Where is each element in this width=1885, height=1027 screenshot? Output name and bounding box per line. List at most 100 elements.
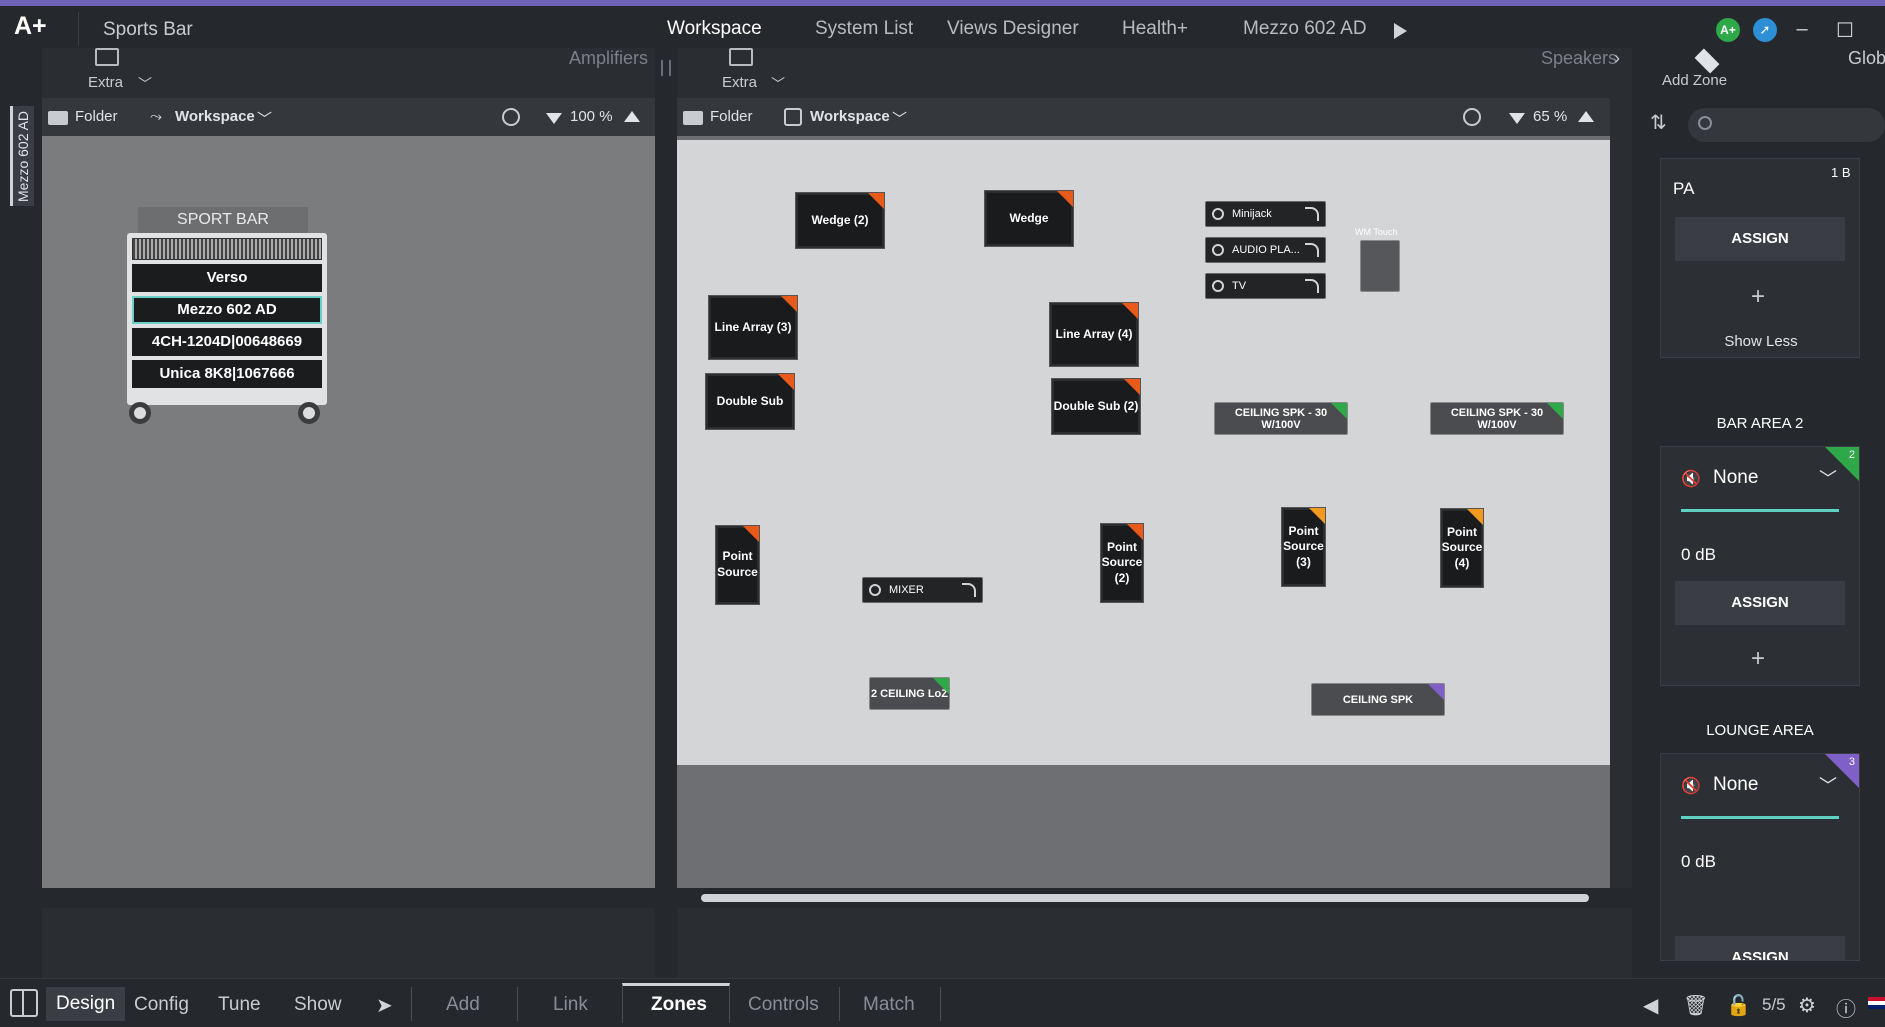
rack-unit-4ch[interactable]: 4CH-1204D|00648669	[132, 328, 322, 356]
zone-card-pa[interactable]: PA 1 B ASSIGN + Show Less	[1660, 158, 1860, 358]
chevron-down-icon[interactable]: ﹀	[771, 74, 785, 94]
wm-touch-panel[interactable]	[1360, 240, 1400, 292]
speaker-point-source-4[interactable]: Point Source (4)	[1440, 508, 1484, 588]
extra-label[interactable]: Extra	[88, 74, 123, 91]
project-title[interactable]: Sports Bar	[103, 19, 193, 41]
zoom-fit-icon[interactable]	[502, 108, 520, 126]
workspace-dropdown[interactable]: Workspace	[810, 108, 890, 125]
source-tv[interactable]: TV	[1205, 273, 1326, 299]
sort-icon[interactable]: ⇅	[1650, 110, 1667, 135]
side-tab-mezzo[interactable]: Mezzo 602 AD	[10, 106, 34, 206]
lock-icon[interactable]: 🔓	[1726, 993, 1751, 1018]
chevron-down-icon[interactable]: ﹀	[1819, 465, 1837, 491]
trash-icon[interactable]: 🗑	[1683, 993, 1708, 1018]
search-input[interactable]	[1688, 108, 1885, 142]
extra-icon[interactable]	[729, 48, 753, 66]
edit-icon[interactable]	[1305, 243, 1319, 257]
rack-unit-unica[interactable]: Unica 8K8|1067666	[132, 360, 322, 388]
assign-button[interactable]: ASSIGN	[1675, 217, 1845, 261]
tool-tab-controls[interactable]: Controls	[748, 994, 819, 1016]
rack-unit-mezzo[interactable]: Mezzo 602 AD	[132, 296, 322, 324]
speaker-point-source[interactable]: Point Source	[715, 525, 760, 605]
speakers-hscrollbar[interactable]	[677, 888, 1632, 908]
online-status-icon[interactable]: A+	[1716, 18, 1740, 42]
info-icon[interactable]: ⓘ	[1836, 993, 1856, 1022]
mode-tab-config[interactable]: Config	[134, 994, 189, 1016]
tab-mezzo-602-ad[interactable]: Mezzo 602 AD	[1243, 18, 1367, 40]
panel-splitter[interactable]	[655, 48, 677, 978]
edit-icon[interactable]	[962, 583, 976, 597]
splitter-handle[interactable]	[661, 60, 671, 76]
workspace-icon[interactable]: ⤳	[150, 108, 162, 125]
speaker-double-sub-2[interactable]: Double Sub (2)	[1051, 378, 1141, 435]
mode-tab-tune[interactable]: Tune	[218, 994, 261, 1016]
gear-icon[interactable]: ⚙	[1798, 993, 1816, 1018]
minimize-icon[interactable]: –	[1787, 18, 1817, 41]
add-zone-button[interactable]: Add Zone	[1662, 72, 1727, 89]
folder-button[interactable]: Folder	[710, 108, 753, 125]
mute-icon[interactable]: 🔇	[1681, 469, 1701, 489]
zoom-fit-icon[interactable]	[1463, 108, 1481, 126]
pointer-icon[interactable]: ➤	[376, 993, 393, 1018]
tab-views-designer[interactable]: Views Designer	[947, 18, 1079, 40]
speaker-volume-icon[interactable]: ◀	[1643, 993, 1658, 1018]
folder-icon[interactable]	[683, 111, 703, 125]
mute-icon[interactable]: 🔇	[1681, 776, 1701, 796]
global-label[interactable]: Glob	[1848, 48, 1885, 69]
gain-slider[interactable]	[1681, 509, 1839, 512]
assign-button[interactable]: ASSIGN	[1675, 936, 1845, 960]
tab-workspace[interactable]: Workspace	[667, 18, 762, 40]
source-minijack[interactable]: Minijack	[1205, 201, 1326, 227]
panel-toggle-icon[interactable]	[10, 989, 38, 1017]
tool-tab-link[interactable]: Link	[553, 994, 588, 1016]
extra-label[interactable]: Extra	[722, 74, 757, 91]
play-icon[interactable]	[1394, 23, 1407, 39]
source-audio-player[interactable]: AUDIO PLA...	[1205, 237, 1326, 263]
tool-tab-match[interactable]: Match	[863, 994, 915, 1016]
mode-tab-show[interactable]: Show	[294, 994, 342, 1016]
edit-icon[interactable]	[1305, 207, 1319, 221]
tool-tab-zones[interactable]: Zones	[651, 994, 707, 1016]
edit-icon[interactable]	[1305, 279, 1319, 293]
maximize-icon[interactable]: ☐	[1830, 18, 1860, 43]
chevron-down-icon[interactable]: ﹀	[892, 108, 907, 129]
tool-tab-add[interactable]: Add	[446, 994, 480, 1016]
show-less-button[interactable]: Show Less	[1661, 333, 1861, 350]
speaker-double-sub[interactable]: Double Sub	[705, 373, 795, 430]
zoom-out-icon[interactable]	[546, 113, 562, 124]
amplifiers-hscrollbar[interactable]	[42, 888, 655, 908]
rack-unit-verso[interactable]: Verso	[132, 264, 322, 292]
speaker-wedge[interactable]: Wedge	[984, 190, 1074, 247]
workspace-icon[interactable]	[784, 108, 802, 126]
zone-card-lounge-area[interactable]: 3 🔇 None ﹀ 0 dB ASSIGN	[1660, 753, 1860, 961]
folder-button[interactable]: Folder	[75, 108, 118, 125]
source-mixer[interactable]: MIXER	[862, 577, 983, 603]
rack[interactable]: Verso Mezzo 602 AD 4CH-1204D|00648669 Un…	[127, 233, 327, 405]
speaker-point-source-2[interactable]: Point Source (2)	[1100, 523, 1144, 603]
speaker-line-array-4[interactable]: Line Array (4)	[1049, 302, 1139, 367]
speaker-point-source-3[interactable]: Point Source (3)	[1281, 507, 1326, 587]
language-flag-icon[interactable]	[1868, 997, 1885, 1009]
zoom-in-icon[interactable]	[1578, 111, 1594, 122]
speakers-canvas[interactable]: Wedge (2) Wedge Line Array (3) Line Arra…	[677, 140, 1610, 765]
zone-card-bar-area-2[interactable]: 2 🔇 None ﹀ 0 dB ASSIGN +	[1660, 446, 1860, 686]
zoom-out-icon[interactable]	[1509, 113, 1525, 124]
workspace-dropdown[interactable]: Workspace	[175, 108, 255, 125]
ceiling-speaker[interactable]: CEILING SPK - 30 W/100V	[1214, 402, 1348, 435]
extra-icon[interactable]	[95, 48, 119, 66]
amplifiers-canvas[interactable]: SPORT BAR Verso Mezzo 602 AD 4CH-1204D|0…	[42, 136, 655, 888]
speaker-wedge-2[interactable]: Wedge (2)	[795, 192, 885, 249]
chevron-right-icon[interactable]: ›	[1614, 48, 1620, 69]
chevron-down-icon[interactable]: ﹀	[1819, 772, 1837, 798]
app-logo[interactable]: A+	[14, 12, 47, 41]
speaker-line-array-3[interactable]: Line Array (3)	[708, 295, 798, 360]
ceiling-speaker[interactable]: CEILING SPK	[1311, 683, 1445, 716]
tab-health-plus[interactable]: Health+	[1122, 18, 1188, 40]
plus-icon[interactable]: +	[1751, 283, 1765, 311]
ceiling-speaker[interactable]: 2 CEILING LoZ	[869, 677, 950, 710]
assign-button[interactable]: ASSIGN	[1675, 581, 1845, 625]
add-zone-icon[interactable]	[1692, 48, 1722, 74]
chevron-down-icon[interactable]: ﹀	[257, 108, 272, 129]
mode-tab-design[interactable]: Design	[46, 987, 126, 1021]
zoom-in-icon[interactable]	[624, 111, 640, 122]
